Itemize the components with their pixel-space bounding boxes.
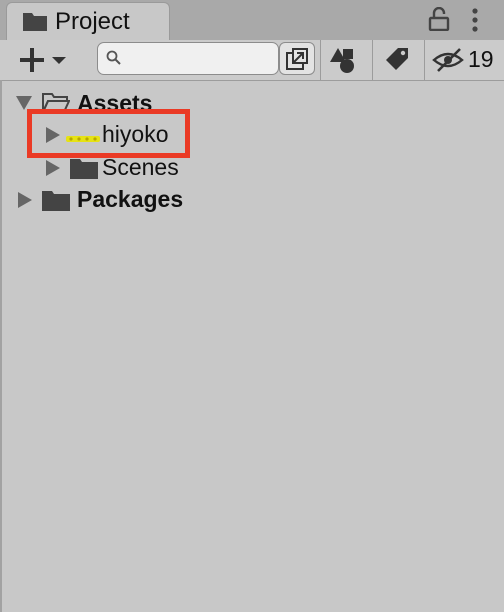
lock-icon[interactable] [428, 6, 450, 36]
folder-icon [70, 157, 98, 184]
tree-item-label: Assets [77, 90, 153, 116]
folder-icon [42, 189, 70, 216]
tree-item-assets[interactable]: Assets [0, 88, 504, 120]
search-field[interactable] [97, 42, 279, 75]
tab-strip: Project [0, 0, 504, 41]
hidden-eye-icon [432, 48, 464, 72]
tab-label: Project [55, 8, 130, 35]
hiyoko-folder-icon [66, 130, 100, 148]
tree-item-scenes[interactable]: Scenes [0, 152, 504, 184]
tab-project[interactable]: Project [6, 2, 170, 41]
toolbar: 19 [0, 40, 504, 81]
search-icon [106, 50, 122, 71]
search-scope-button[interactable] [279, 42, 315, 75]
tag-icon [386, 48, 408, 70]
tree-item-label: Packages [77, 186, 184, 212]
collapsed-arrow-icon[interactable] [44, 125, 62, 150]
collapsed-arrow-icon[interactable] [16, 190, 34, 215]
expanded-arrow-icon[interactable] [14, 94, 34, 117]
toolbar-divider [372, 40, 373, 80]
folder-icon [23, 11, 47, 36]
open-window-icon [286, 48, 308, 70]
more-options-icon[interactable] [468, 7, 482, 38]
toolbar-divider [424, 40, 425, 80]
search-input[interactable] [126, 47, 276, 71]
hidden-packages-count: 19 [468, 46, 494, 72]
open-folder-icon [41, 92, 71, 119]
create-button[interactable] [10, 44, 72, 76]
shapes-icon [330, 48, 354, 73]
collapsed-arrow-icon[interactable] [44, 158, 62, 183]
tree-item-hiyoko[interactable]: hiyoko [32, 118, 182, 150]
search-by-type-button[interactable] [330, 44, 360, 76]
toolbar-divider [320, 40, 321, 80]
tree-item-label: Scenes [102, 154, 179, 180]
search-by-label-button[interactable] [382, 44, 412, 76]
tree-item-label: hiyoko [102, 121, 169, 147]
tree-item-packages[interactable]: Packages [0, 184, 504, 216]
hidden-packages-button[interactable]: 19 [430, 44, 500, 76]
